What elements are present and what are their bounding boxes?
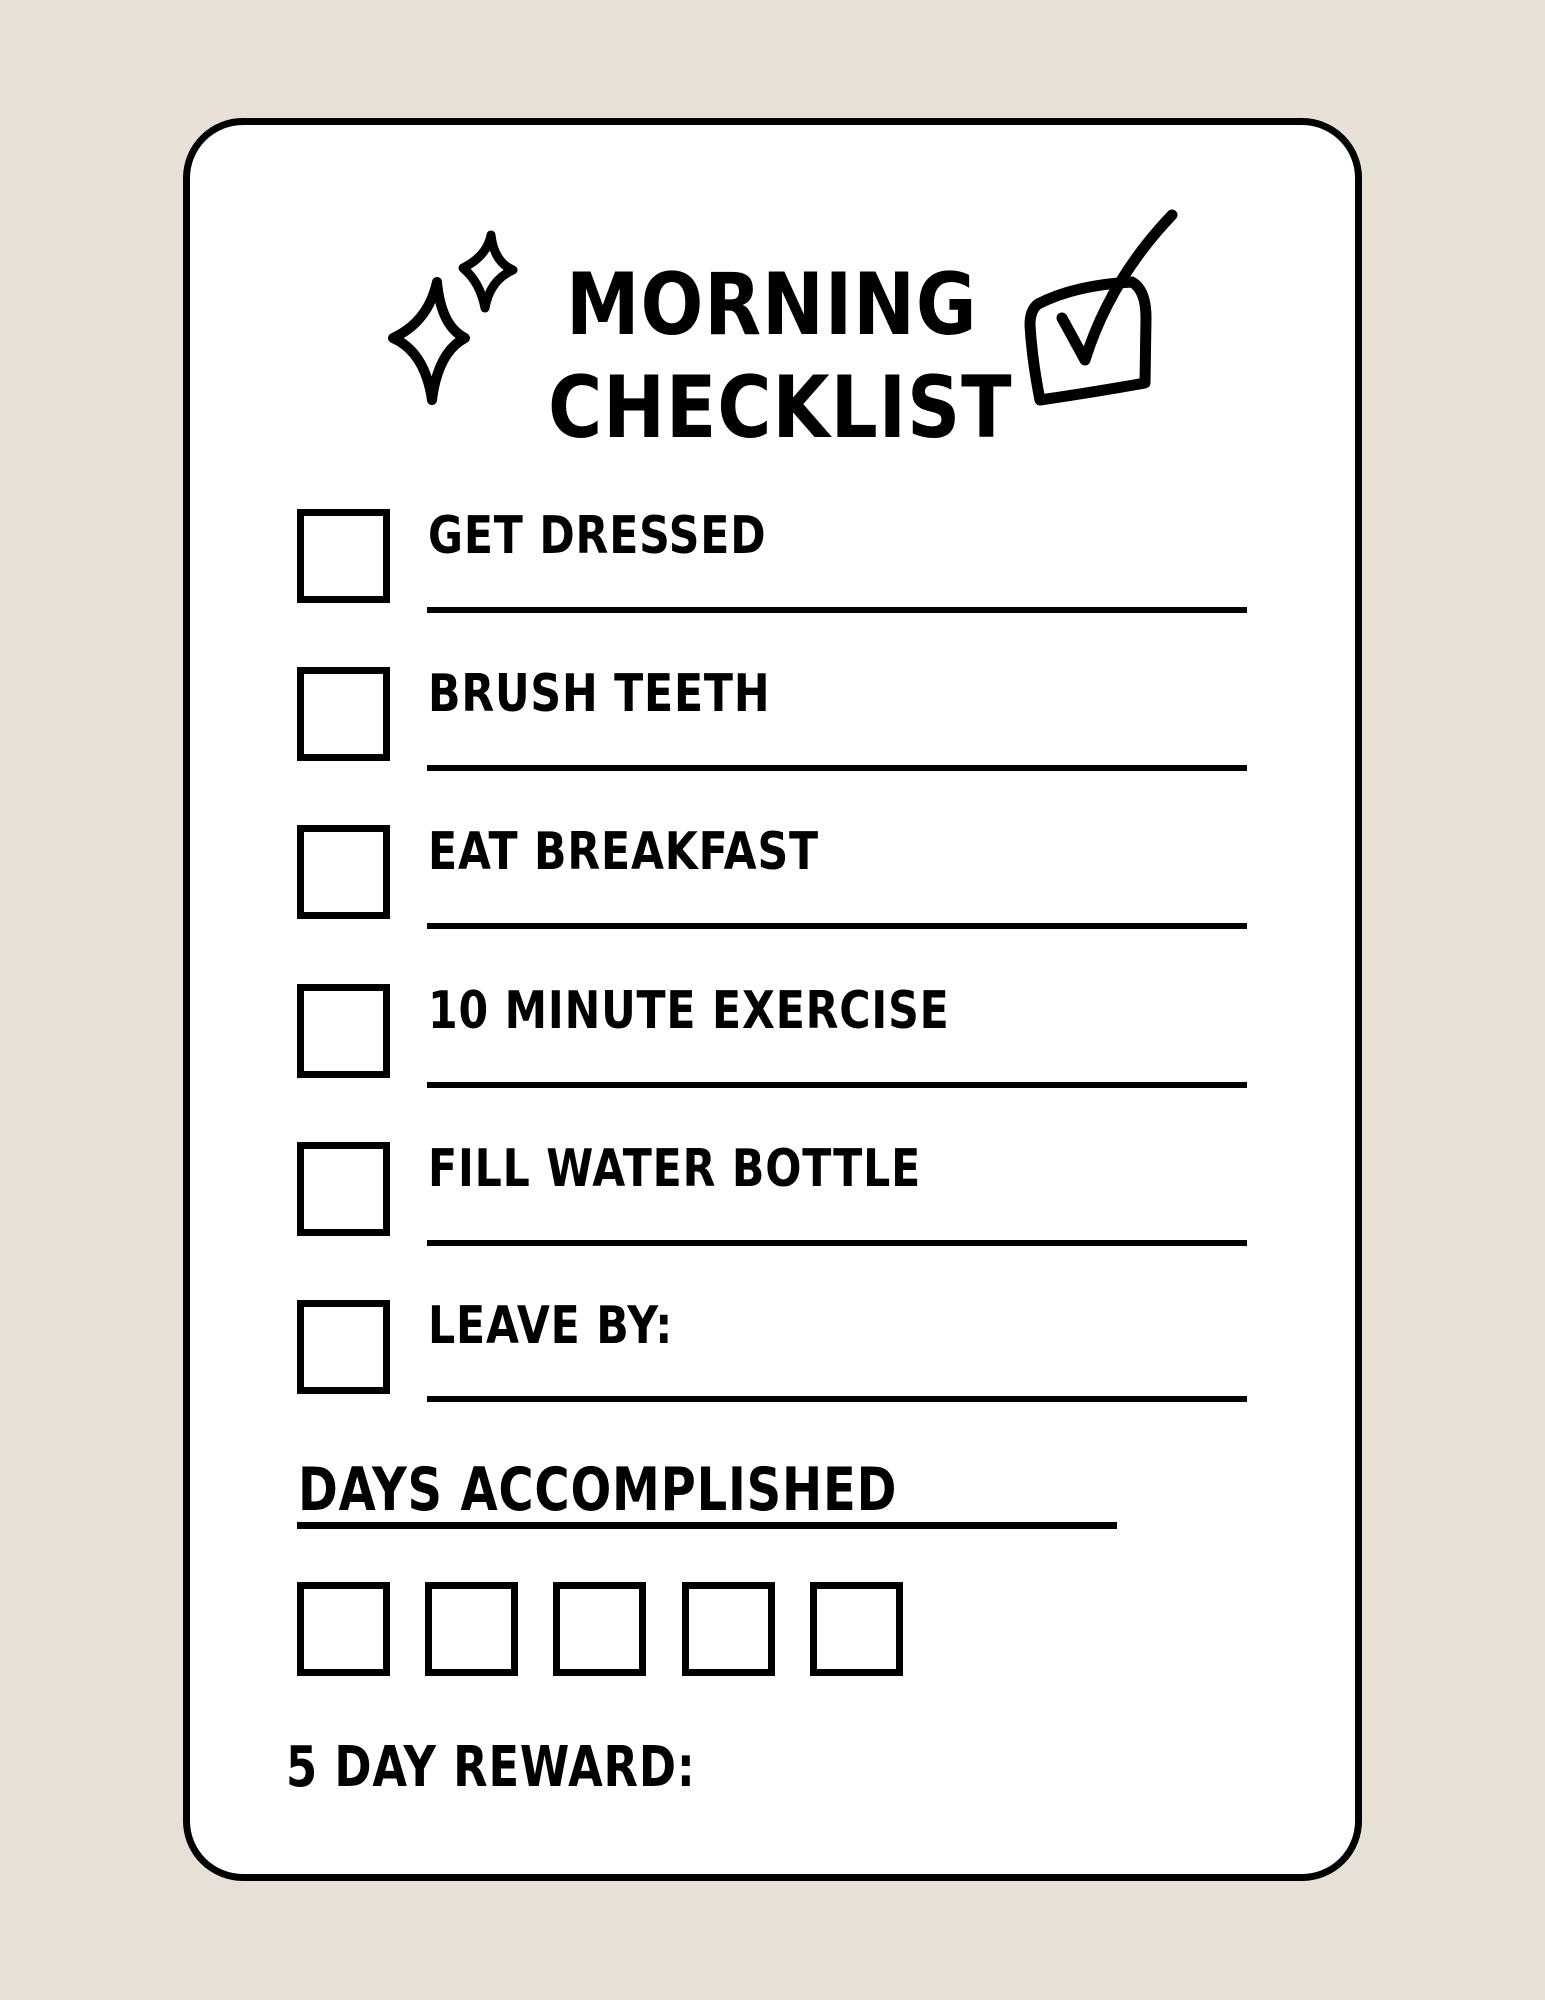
checklist-item-label: LEAVE BY: <box>428 1296 674 1356</box>
checklist-item-label: EAT BREAKFAST <box>428 822 819 882</box>
checkbox[interactable] <box>297 825 390 919</box>
checkbox[interactable] <box>297 1142 390 1236</box>
checkbox[interactable] <box>297 667 390 761</box>
checkbox[interactable] <box>297 1300 390 1394</box>
page-title-line-2: CHECKLIST <box>548 358 1013 458</box>
days-accomplished-underline <box>297 1522 1117 1529</box>
checklist-item-label: FILL WATER BOTTLE <box>428 1139 922 1199</box>
checklist-item-label: GET DRESSED <box>428 506 767 566</box>
checkbox[interactable] <box>297 984 390 1078</box>
day-checkbox-4[interactable] <box>682 1582 775 1676</box>
day-checkbox-1[interactable] <box>297 1582 390 1676</box>
write-in-line[interactable] <box>427 1240 1247 1246</box>
write-in-line[interactable] <box>427 1082 1247 1088</box>
day-checkbox-3[interactable] <box>553 1582 646 1676</box>
day-checkbox-5[interactable] <box>810 1582 903 1676</box>
write-in-line[interactable] <box>427 765 1247 771</box>
checklist-item-label: 10 MINUTE EXERCISE <box>428 981 950 1041</box>
days-accomplished-label: DAYS ACCOMPLISHED <box>298 1455 898 1525</box>
checklist-item-label: BRUSH TEETH <box>428 664 771 724</box>
page-title-line-1: MORNING <box>566 255 978 355</box>
write-in-line[interactable] <box>427 923 1247 929</box>
checkbox[interactable] <box>297 509 390 603</box>
write-in-line[interactable] <box>427 607 1247 613</box>
five-day-reward-label: 5 DAY REWARD: <box>286 1735 696 1800</box>
day-checkbox-2[interactable] <box>425 1582 518 1676</box>
write-in-line[interactable] <box>427 1396 1247 1402</box>
